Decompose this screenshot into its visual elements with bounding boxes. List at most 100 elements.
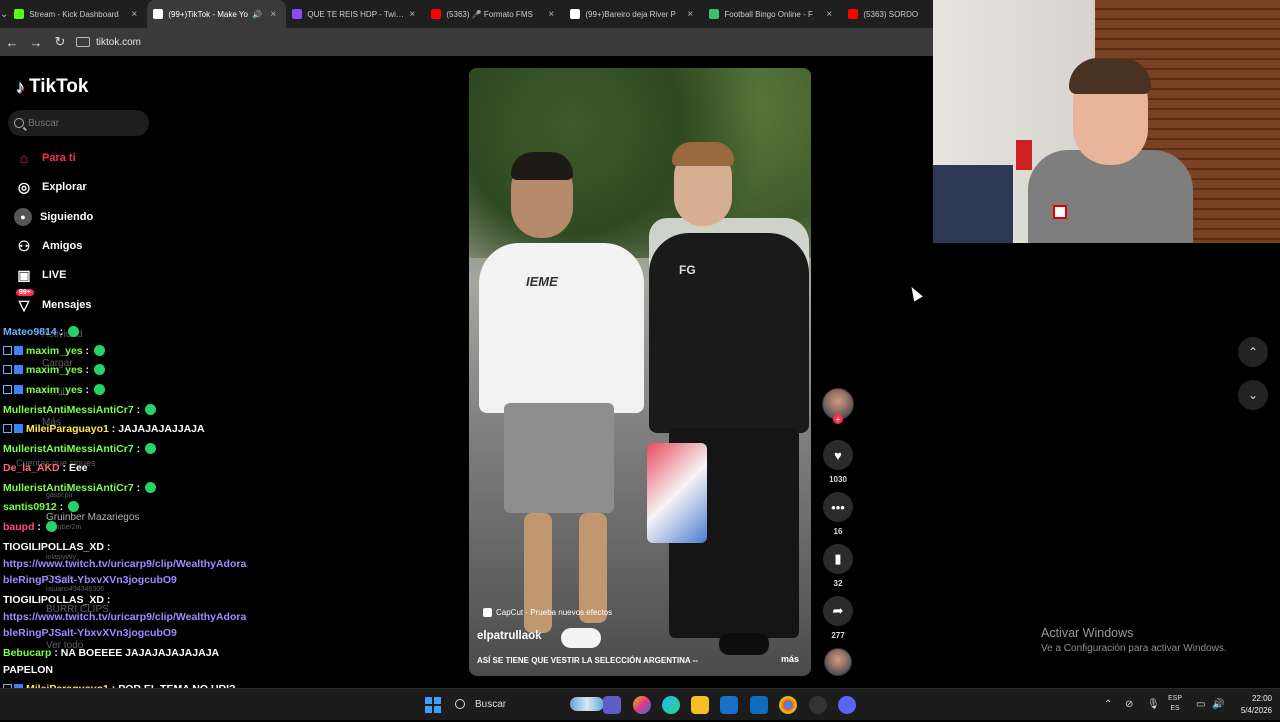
chrome-icon[interactable] (779, 696, 797, 714)
browser-tab[interactable]: (99+)TikTok - Make Yo 🔊 × (147, 0, 287, 28)
chat-username[interactable]: Mateo9814 (3, 326, 57, 338)
video-person-left-leg (579, 513, 607, 623)
browser-tab[interactable]: QUE TE REIS HDP - Twitch × (286, 0, 425, 28)
monitor-icon[interactable]: ▭ (1196, 699, 1205, 710)
url-bar[interactable]: tiktok.com (76, 37, 141, 48)
save-button[interactable]: ▮ 32 (822, 544, 854, 588)
back-arrow-icon[interactable]: ← (0, 30, 24, 54)
follow-plus-icon[interactable]: + (833, 414, 843, 424)
chat-username[interactable]: Bebucarp (3, 647, 51, 659)
share-button[interactable]: ➦ 277 (822, 596, 854, 640)
nav-item-live[interactable]: ▣ LIVE (14, 263, 214, 287)
teams-icon[interactable] (603, 696, 621, 714)
shirt-print-text: IEME (526, 274, 558, 289)
close-tab-icon[interactable]: × (826, 9, 836, 20)
copilot-icon[interactable] (633, 696, 651, 714)
prime-badge-icon (3, 365, 12, 374)
chevron-up-icon: ⌃ (1247, 345, 1259, 359)
chat-username[interactable]: MulleristAntiMessiAntiCr7 (3, 482, 134, 494)
nav-item-para-ti[interactable]: ⌂ Para ti (14, 146, 214, 170)
video-person-left-shorts (504, 403, 614, 513)
previous-video-button[interactable]: ⌃ (1238, 337, 1268, 367)
chat-username[interactable]: MileiParaguayo1 (26, 423, 109, 435)
caption-more-link[interactable]: más (781, 654, 799, 664)
chat-username[interactable]: MulleristAntiMessiAntiCr7 (3, 404, 134, 416)
emote-icon (145, 482, 157, 493)
chat-username[interactable]: baupd (3, 521, 35, 533)
browser-tab[interactable]: Stream - Kick Dashboard × (8, 0, 147, 28)
nav-item-explorar[interactable]: ◎ Explorar (14, 175, 214, 199)
browser-tab[interactable]: (5363) 🎤 Formato FMS × (425, 0, 564, 28)
store-icon[interactable] (720, 696, 738, 714)
tab-search-icon[interactable]: ⌄ (0, 0, 8, 28)
close-tab-icon[interactable]: × (131, 9, 141, 20)
taskbar-search[interactable]: Buscar (455, 697, 605, 711)
author-avatar-button[interactable]: + (822, 388, 854, 424)
close-tab-icon[interactable]: × (687, 9, 697, 20)
close-tab-icon[interactable]: × (270, 9, 280, 20)
network-icon[interactable]: ⊘ (1125, 699, 1133, 710)
activate-windows-subtitle: Ve a Configuración para activar Windows. (1041, 643, 1227, 654)
video-author[interactable]: elpatrullaok (477, 630, 542, 642)
discord-icon[interactable] (838, 696, 856, 714)
chat-link[interactable]: bleRingPJSalt-YbxvXVn3jogcubO9 (3, 627, 177, 639)
chat-link[interactable]: bleRingPJSalt-YbxvXVn3jogcubO9 (3, 574, 177, 586)
close-tab-icon[interactable]: × (548, 9, 558, 20)
volume-icon[interactable]: 🔊 (1212, 699, 1224, 710)
chat-username[interactable]: maxim_yes (26, 364, 83, 376)
address-toolbar: ← → ↻ tiktok.com (0, 28, 933, 56)
browser-tab[interactable]: Football Bingo Online - F × (703, 0, 842, 28)
youtube-icon (431, 9, 442, 19)
browser-tab[interactable]: (99+)Bareiro deja River P × (564, 0, 703, 28)
file-explorer-icon[interactable] (691, 696, 709, 714)
chat-username[interactable]: santis0912 (3, 501, 57, 513)
windows-start-icon[interactable] (425, 697, 441, 713)
forward-arrow-icon[interactable]: → (24, 30, 48, 54)
capcut-effect-tag[interactable]: CapCut · Prueba nuevos efectos (483, 608, 612, 617)
nav-label: Mensajes (42, 299, 92, 311)
windows-taskbar: Buscar ⌃ ⊘ 🎙 ESP ES ▭ 🔊 22:00 5/4/2026 (0, 688, 1280, 720)
music-disc-button[interactable] (822, 648, 854, 676)
system-clock[interactable]: 22:00 5/4/2026 (1232, 693, 1272, 717)
video-person-right-shoe (719, 633, 769, 655)
sub-badge-icon (14, 365, 23, 374)
next-video-button[interactable]: ⌄ (1238, 380, 1268, 410)
chat-link[interactable]: https://www.twitch.tv/uricarp9/clip/Weal… (3, 611, 246, 623)
reload-icon[interactable]: ↻ (48, 30, 72, 54)
like-count: 1030 (829, 475, 847, 484)
nav-item-mensajes[interactable]: ▽ 99+ Mensajes (14, 289, 214, 317)
clock-date: 5/4/2026 (1240, 706, 1272, 715)
chat-separator: : (56, 326, 67, 338)
chat-username[interactable]: maxim_yes (26, 345, 83, 357)
nav-item-amigos[interactable]: ⚇ Amigos (14, 234, 214, 258)
comment-button[interactable]: ••• 16 (822, 492, 854, 536)
search-box[interactable] (8, 110, 149, 136)
site-info-icon[interactable] (76, 37, 90, 47)
obs-icon[interactable] (809, 696, 827, 714)
chat-username[interactable]: MulleristAntiMessiAntiCr7 (3, 443, 134, 455)
chat-link[interactable]: https://www.twitch.tv/uricarp9/clip/Weal… (3, 558, 246, 570)
chat-username[interactable]: De_la_AKD (3, 462, 60, 474)
nav-label: Amigos (42, 240, 83, 252)
microphone-icon[interactable]: 🎙 (1147, 699, 1160, 710)
like-button[interactable]: ♥ 1030 (822, 440, 854, 484)
chat-username[interactable]: TIOGILIPOLLAS_XD (3, 594, 104, 606)
tab-audio-icon[interactable]: 🔊 (252, 10, 262, 19)
tray-overflow-icon[interactable]: ⌃ (1104, 699, 1112, 710)
chat-message: Bebucarp : NA BOEEEE JAJAJAJAJAJAJA (3, 647, 219, 659)
close-tab-icon[interactable]: × (409, 9, 419, 20)
tiktok-logo[interactable]: ♪ TikTok (16, 76, 88, 98)
tiktok-icon (570, 9, 581, 19)
tiktok-note-icon: ♪ (16, 76, 25, 97)
nav-item-siguiendo[interactable]: ● Siguiendo (14, 205, 214, 229)
following-icon: ● (14, 208, 32, 226)
video-player[interactable]: IEME FG CapCut · Prueba nuevos efectos e… (469, 68, 811, 676)
stream-chat-overlay: Mateo9814 : maxim_yes : maxim_yes : maxi… (0, 326, 260, 722)
search-input[interactable] (28, 117, 138, 129)
activate-windows-title: Activar Windows (1041, 626, 1134, 640)
chat-username[interactable]: TIOGILIPOLLAS_XD (3, 541, 104, 553)
outlook-icon[interactable] (750, 696, 768, 714)
language-indicator[interactable]: ESP ES (1168, 694, 1182, 714)
edge-icon[interactable] (662, 696, 680, 714)
chat-username[interactable]: maxim_yes (26, 384, 83, 396)
